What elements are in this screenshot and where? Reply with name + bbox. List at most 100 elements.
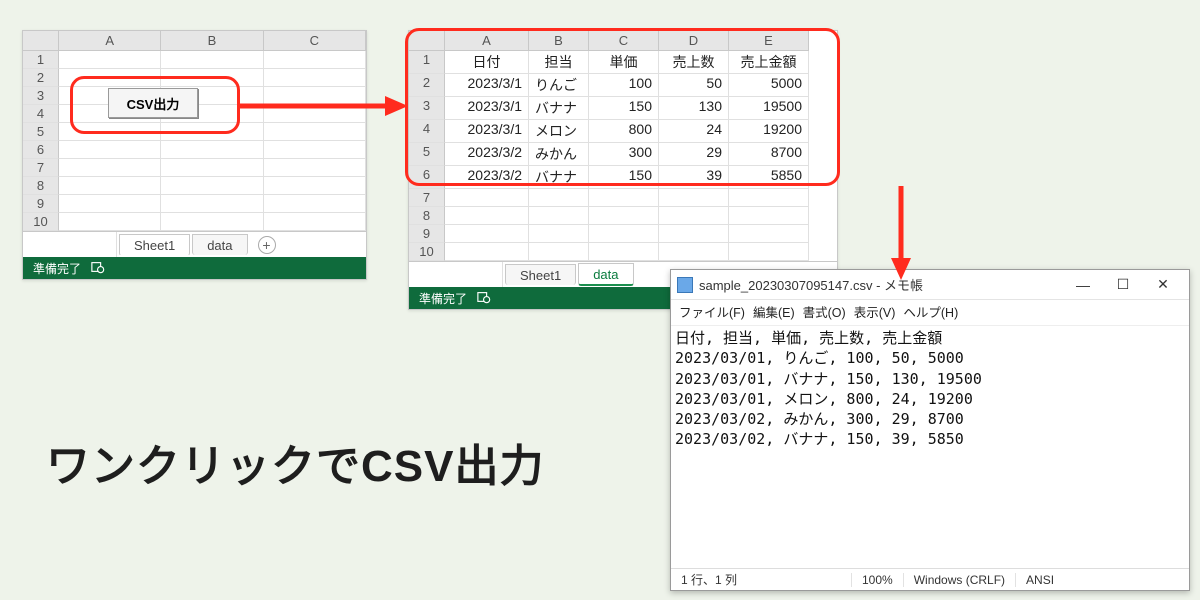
row-header[interactable]: 6 [409,166,445,189]
row-header[interactable]: 4 [409,120,445,143]
cell[interactable] [264,141,366,159]
cell[interactable] [264,69,366,87]
menu-edit[interactable]: 編集(E) [753,302,795,321]
cell[interactable]: 100 [589,74,659,97]
cell[interactable]: 800 [589,120,659,143]
tab-data[interactable]: data [192,234,247,255]
cell[interactable] [161,213,263,231]
cell[interactable] [659,207,729,225]
col-header[interactable]: B [161,31,263,51]
cell[interactable] [729,243,809,261]
close-button[interactable]: ✕ [1143,273,1183,297]
add-sheet-button[interactable]: + [258,236,276,254]
tab-scroll-area[interactable] [27,232,117,257]
cell[interactable]: 150 [589,166,659,189]
cell[interactable] [59,51,161,69]
row-header[interactable]: 7 [409,189,445,207]
cell[interactable] [445,189,529,207]
cell[interactable] [729,207,809,225]
cell[interactable] [445,207,529,225]
row-header[interactable]: 10 [409,243,445,261]
cell[interactable] [445,225,529,243]
macro-record-icon[interactable] [477,290,491,307]
cell[interactable] [264,87,366,105]
cell[interactable]: 150 [589,97,659,120]
cell[interactable] [729,189,809,207]
cell[interactable] [589,207,659,225]
cell[interactable] [59,177,161,195]
cell[interactable]: バナナ [529,166,589,189]
cell[interactable] [161,51,263,69]
cell[interactable]: 2023/3/2 [445,143,529,166]
cell[interactable] [161,195,263,213]
cell[interactable] [161,159,263,177]
cell[interactable]: みかん [529,143,589,166]
col-header[interactable]: E [729,31,809,51]
col-header[interactable]: C [589,31,659,51]
tab-scroll-area[interactable] [413,262,503,287]
row-header[interactable]: 9 [23,195,59,213]
menu-format[interactable]: 書式(O) [803,302,846,321]
cell[interactable]: 単価 [589,51,659,74]
menu-file[interactable]: ファイル(F) [679,302,745,321]
cell[interactable] [59,69,161,87]
cell[interactable]: 売上数 [659,51,729,74]
cell[interactable] [161,69,263,87]
row-header[interactable]: 8 [23,177,59,195]
cell[interactable] [445,243,529,261]
cell[interactable]: 130 [659,97,729,120]
cell[interactable] [589,243,659,261]
row-header[interactable]: 5 [409,143,445,166]
cell[interactable] [161,123,263,141]
col-header[interactable]: A [59,31,161,51]
tab-sheet1[interactable]: Sheet1 [505,264,576,285]
row-header[interactable]: 10 [23,213,59,231]
cell[interactable]: 担当 [529,51,589,74]
cell[interactable] [529,243,589,261]
row-header[interactable]: 2 [23,69,59,87]
row-header[interactable]: 8 [409,207,445,225]
cell[interactable]: 売上金額 [729,51,809,74]
macro-record-icon[interactable] [91,260,105,277]
cell[interactable]: 50 [659,74,729,97]
cell[interactable] [589,225,659,243]
cell[interactable]: 19200 [729,120,809,143]
notepad-titlebar[interactable]: sample_20230307095147.csv - メモ帳 — ☐ ✕ [671,270,1189,300]
tab-sheet1[interactable]: Sheet1 [119,234,190,256]
row-header[interactable]: 3 [409,97,445,120]
cell[interactable]: 5000 [729,74,809,97]
col-header[interactable]: D [659,31,729,51]
cell[interactable]: 5850 [729,166,809,189]
row-header[interactable]: 1 [23,51,59,69]
cell[interactable] [161,141,263,159]
col-header[interactable]: B [529,31,589,51]
cell[interactable]: 2023/3/1 [445,120,529,143]
cell[interactable] [659,189,729,207]
csv-export-button[interactable]: CSV出力 [108,88,198,118]
cell[interactable] [529,189,589,207]
cell[interactable]: 日付 [445,51,529,74]
cell[interactable] [659,225,729,243]
cell[interactable]: りんご [529,74,589,97]
row-header[interactable]: 6 [23,141,59,159]
row-header[interactable]: 5 [23,123,59,141]
cell[interactable] [59,159,161,177]
col-header[interactable]: A [445,31,529,51]
cell[interactable]: 2023/3/1 [445,97,529,120]
cell[interactable] [59,123,161,141]
maximize-button[interactable]: ☐ [1103,273,1143,297]
cell[interactable] [264,105,366,123]
cell[interactable]: メロン [529,120,589,143]
cell[interactable] [264,123,366,141]
cell[interactable] [659,243,729,261]
cell[interactable] [589,189,659,207]
cell[interactable] [529,207,589,225]
cell[interactable]: バナナ [529,97,589,120]
cell[interactable] [264,177,366,195]
cell[interactable] [264,159,366,177]
cell[interactable] [59,195,161,213]
cell[interactable] [59,213,161,231]
cell[interactable]: 29 [659,143,729,166]
row-header[interactable]: 2 [409,74,445,97]
tab-data[interactable]: data [578,263,633,286]
